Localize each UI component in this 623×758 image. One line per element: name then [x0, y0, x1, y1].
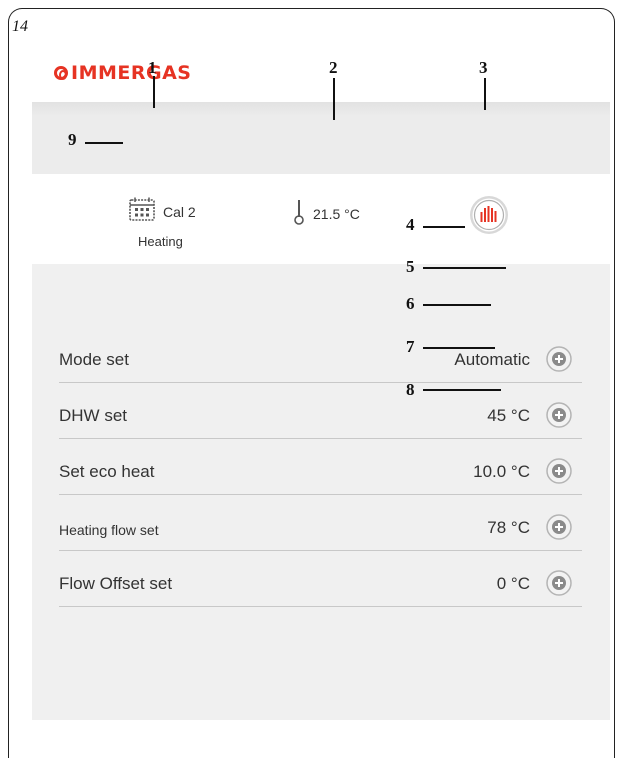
callout-4-leader: [423, 226, 465, 228]
callout-3-leader: [484, 78, 486, 110]
setting-label: DHW set: [59, 406, 127, 425]
temperature-readout: 21.5 °C: [313, 206, 360, 222]
setting-label: Heating flow set: [59, 522, 159, 538]
thermometer-icon: [294, 200, 304, 225]
setting-row-heating-flow: Heating flow set 78 °C: [59, 495, 582, 551]
setting-row-mode: Mode set Automatic: [59, 327, 582, 383]
callout-2-leader: [333, 78, 335, 120]
heating-radiator-icon[interactable]: [469, 195, 509, 235]
setting-value: Automatic: [454, 350, 530, 369]
callout-4: 4: [406, 215, 415, 234]
setting-label: Set eco heat: [59, 462, 155, 481]
plus-icon[interactable]: [546, 458, 572, 484]
plus-icon[interactable]: [546, 570, 572, 596]
callout-9-leader: [85, 142, 123, 144]
setting-row-flow-offset: Flow Offset set 0 °C: [59, 551, 582, 607]
setting-value: 0 °C: [496, 574, 530, 593]
plus-icon[interactable]: [546, 514, 572, 540]
plus-icon[interactable]: [546, 346, 572, 372]
callout-5: 5: [406, 257, 415, 276]
setting-label: Flow Offset set: [59, 574, 173, 593]
setting-row-dhw: DHW set 45 °C: [59, 383, 582, 439]
callout-6-leader: [423, 304, 491, 306]
callout-5-leader: [423, 267, 506, 269]
operating-mode-label: Heating: [138, 234, 183, 249]
plus-icon[interactable]: [546, 402, 572, 428]
logo-text: IMMERGAS: [71, 62, 192, 84]
calendar-label: Cal 2: [163, 204, 196, 220]
callout-6: 6: [406, 294, 415, 313]
callout-1-leader: [153, 76, 155, 108]
callout-3: 3: [479, 58, 488, 77]
page-number: 14: [12, 18, 28, 35]
callout-9: 9: [68, 130, 77, 149]
callout-2: 2: [329, 58, 338, 77]
calendar-icon: [129, 197, 155, 221]
immergas-logo: IMMERGAS: [54, 62, 191, 84]
setting-label: Mode set: [59, 350, 129, 369]
setting-value: 78 °C: [487, 518, 530, 537]
setting-value: 45 °C: [487, 406, 530, 425]
setting-value: 10.0 °C: [473, 462, 530, 481]
info-band: [32, 102, 610, 174]
callout-1: 1: [148, 58, 157, 77]
logo-mark-icon: [54, 66, 68, 80]
setting-row-eco-heat: Set eco heat 10.0 °C: [59, 439, 582, 495]
